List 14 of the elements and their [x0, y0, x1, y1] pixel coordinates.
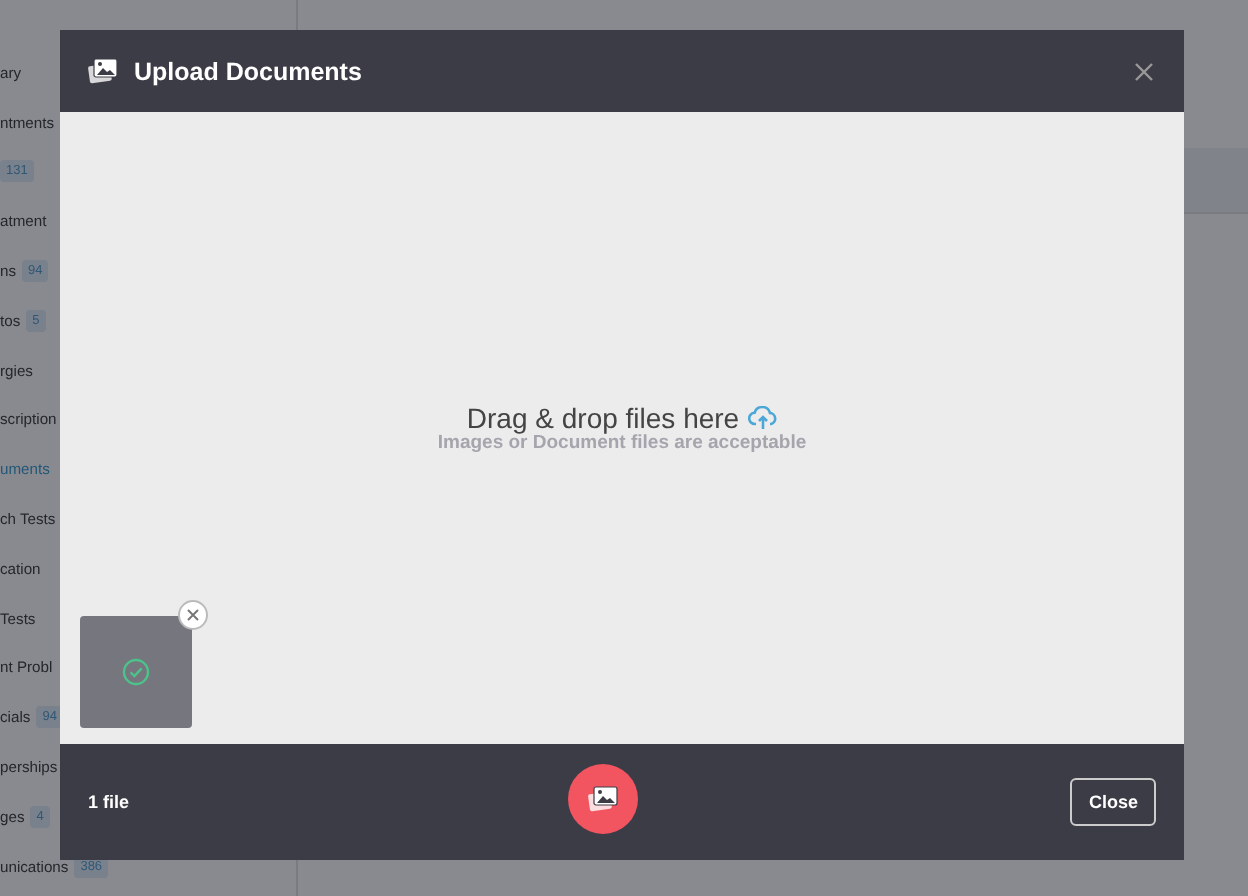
add-images-button[interactable]: [568, 764, 638, 834]
drop-zone[interactable]: Drag & drop files here Images or Document files are acceptable: [60, 112, 1184, 744]
remove-file-button[interactable]: [178, 600, 208, 630]
drop-title: Drag & drop files here: [466, 402, 740, 434]
close-button[interactable]: Close: [1070, 778, 1156, 826]
file-count: 1 file: [88, 792, 130, 812]
drop-hint: Images or Document files are acceptable: [437, 432, 807, 454]
pictures-icon: [588, 786, 618, 812]
check-circle-icon: [122, 658, 150, 686]
dialog-title: Upload Documents: [134, 57, 364, 85]
pictures-icon: [88, 58, 118, 84]
close-icon: [186, 608, 200, 622]
close-icon[interactable]: [1132, 59, 1156, 83]
cloud-upload-icon: [747, 406, 778, 430]
